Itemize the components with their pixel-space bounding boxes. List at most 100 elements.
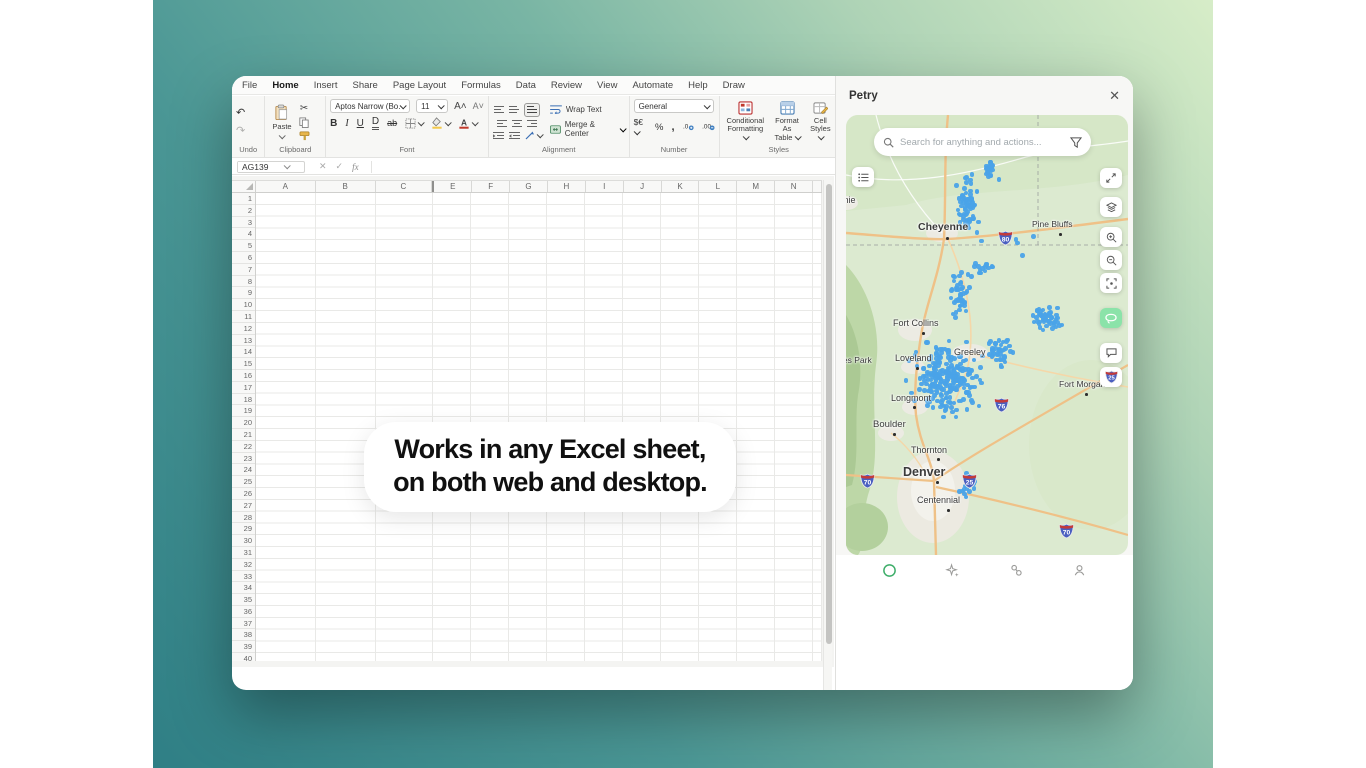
- align-bottom-button[interactable]: [524, 103, 541, 117]
- row-header-36[interactable]: 36: [232, 606, 255, 618]
- bold-button[interactable]: B: [330, 118, 337, 129]
- map-search-input[interactable]: [900, 136, 1070, 148]
- row-header-17[interactable]: 17: [232, 382, 255, 394]
- increase-decimal-button[interactable]: .0: [683, 118, 694, 136]
- row-header-26[interactable]: 26: [232, 488, 255, 500]
- name-box-input[interactable]: [238, 161, 284, 172]
- row-header-30[interactable]: 30: [232, 535, 255, 547]
- copy-button[interactable]: [299, 116, 309, 128]
- column-header-m[interactable]: M: [737, 181, 776, 192]
- menu-tab-page-layout[interactable]: Page Layout: [393, 80, 446, 91]
- decrease-decimal-button[interactable]: .00: [702, 118, 715, 136]
- row-header-9[interactable]: 9: [232, 287, 255, 300]
- vertical-scrollbar-thumb[interactable]: [825, 184, 832, 644]
- row-header-38[interactable]: 38: [232, 629, 255, 642]
- column-header-j[interactable]: J: [624, 181, 662, 192]
- row-header-2[interactable]: 2: [232, 205, 255, 217]
- font-size-select[interactable]: 11: [416, 99, 449, 113]
- menu-tab-draw[interactable]: Draw: [723, 80, 745, 91]
- nav-ai-sparkle-button[interactable]: [945, 562, 960, 583]
- wrap-text-button[interactable]: Wrap Text: [550, 105, 602, 114]
- row-header-29[interactable]: 29: [232, 523, 255, 536]
- nav-connections-button[interactable]: [1009, 563, 1024, 583]
- row-header-12[interactable]: 12: [232, 323, 255, 335]
- column-header-i[interactable]: I: [586, 181, 624, 192]
- row-header-7[interactable]: 7: [232, 264, 255, 276]
- layers-button[interactable]: [1100, 197, 1122, 217]
- fill-color-button[interactable]: [431, 117, 452, 129]
- row-header-10[interactable]: 10: [232, 299, 255, 311]
- merge-center-button[interactable]: Merge & Center: [549, 120, 627, 138]
- column-header-n[interactable]: N: [775, 181, 814, 192]
- row-header-16[interactable]: 16: [232, 370, 255, 382]
- row-header-31[interactable]: 31: [232, 547, 255, 559]
- number-format-select[interactable]: General: [633, 99, 714, 113]
- column-header-k[interactable]: K: [662, 181, 700, 192]
- select-all-corner[interactable]: [232, 181, 256, 192]
- row-header-6[interactable]: 6: [232, 252, 255, 264]
- align-middle-button[interactable]: [509, 106, 520, 114]
- row-header-37[interactable]: 37: [232, 618, 255, 630]
- format-painter-button[interactable]: [299, 131, 310, 141]
- name-box[interactable]: [237, 160, 305, 173]
- row-header-25[interactable]: 25: [232, 476, 255, 488]
- cut-button[interactable]: ✂: [300, 103, 308, 114]
- cell-styles-button[interactable]: Cell Styles: [807, 101, 834, 143]
- row-header-4[interactable]: 4: [232, 228, 255, 241]
- paste-button[interactable]: Paste: [269, 104, 294, 140]
- row-header-33[interactable]: 33: [232, 571, 255, 583]
- menu-tab-formulas[interactable]: Formulas: [461, 80, 501, 91]
- strikethrough-button[interactable]: ab: [387, 118, 397, 128]
- row-header-32[interactable]: 32: [232, 559, 255, 571]
- row-header-11[interactable]: 11: [232, 311, 255, 323]
- orientation-button[interactable]: [525, 131, 544, 140]
- row-header-8[interactable]: 8: [232, 276, 255, 288]
- decrease-indent-button[interactable]: [492, 131, 504, 140]
- column-header-l[interactable]: L: [699, 181, 738, 192]
- recenter-button[interactable]: [1100, 273, 1122, 293]
- redo-button[interactable]: ↷: [236, 124, 245, 137]
- menu-tab-home[interactable]: Home: [272, 80, 298, 91]
- conditional-formatting-button[interactable]: Conditional Formatting: [724, 101, 768, 143]
- row-header-18[interactable]: 18: [232, 394, 255, 406]
- currency-format-button[interactable]: $€: [633, 117, 647, 137]
- row-header-22[interactable]: 22: [232, 441, 255, 453]
- row-header-24[interactable]: 24: [232, 464, 255, 477]
- close-panel-button[interactable]: ✕: [1109, 88, 1120, 104]
- lasso-select-button[interactable]: [1100, 308, 1122, 328]
- confirm-entry-button[interactable]: ✓: [336, 161, 344, 172]
- nav-profile-button[interactable]: [1072, 563, 1087, 583]
- zoom-out-button[interactable]: [1100, 250, 1122, 270]
- align-center-button[interactable]: [512, 120, 523, 128]
- undo-button[interactable]: ↶: [236, 106, 245, 119]
- borders-button[interactable]: [405, 117, 425, 129]
- format-as-table-button[interactable]: Format As Table: [771, 101, 803, 143]
- column-header-g[interactable]: G: [510, 181, 548, 192]
- row-header-39[interactable]: 39: [232, 641, 255, 654]
- menu-tab-file[interactable]: File: [242, 80, 257, 91]
- nav-map-circle-button[interactable]: [882, 563, 897, 583]
- row-header-20[interactable]: 20: [232, 417, 255, 429]
- row-header-13[interactable]: 13: [232, 335, 255, 347]
- column-header-filler[interactable]: [813, 181, 823, 192]
- map-search-bar[interactable]: [874, 128, 1091, 156]
- row-header-1[interactable]: 1: [232, 193, 255, 205]
- column-header-e[interactable]: E: [434, 181, 473, 192]
- row-header-15[interactable]: 15: [232, 358, 255, 370]
- italic-button[interactable]: I: [345, 118, 348, 129]
- menu-tab-automate[interactable]: Automate: [632, 80, 673, 91]
- row-header-27[interactable]: 27: [232, 500, 255, 512]
- row-header-23[interactable]: 23: [232, 453, 255, 465]
- cancel-entry-button[interactable]: ✕: [319, 161, 327, 172]
- font-color-button[interactable]: A: [458, 117, 479, 129]
- underline-button[interactable]: U: [357, 118, 364, 129]
- comma-format-button[interactable]: ,: [671, 121, 674, 133]
- column-header-b[interactable]: B: [316, 181, 376, 192]
- align-top-button[interactable]: [494, 106, 505, 114]
- map[interactable]: mie Cheyenne Pine Bluffs Fort Collins les Pa…: [846, 115, 1128, 555]
- row-header-14[interactable]: 14: [232, 346, 255, 359]
- column-header-a[interactable]: A: [256, 181, 316, 192]
- vertical-scrollbar[interactable]: [823, 180, 832, 690]
- font-name-select[interactable]: Aptos Narrow (Bo...: [330, 99, 411, 113]
- expand-map-button[interactable]: [1100, 168, 1122, 188]
